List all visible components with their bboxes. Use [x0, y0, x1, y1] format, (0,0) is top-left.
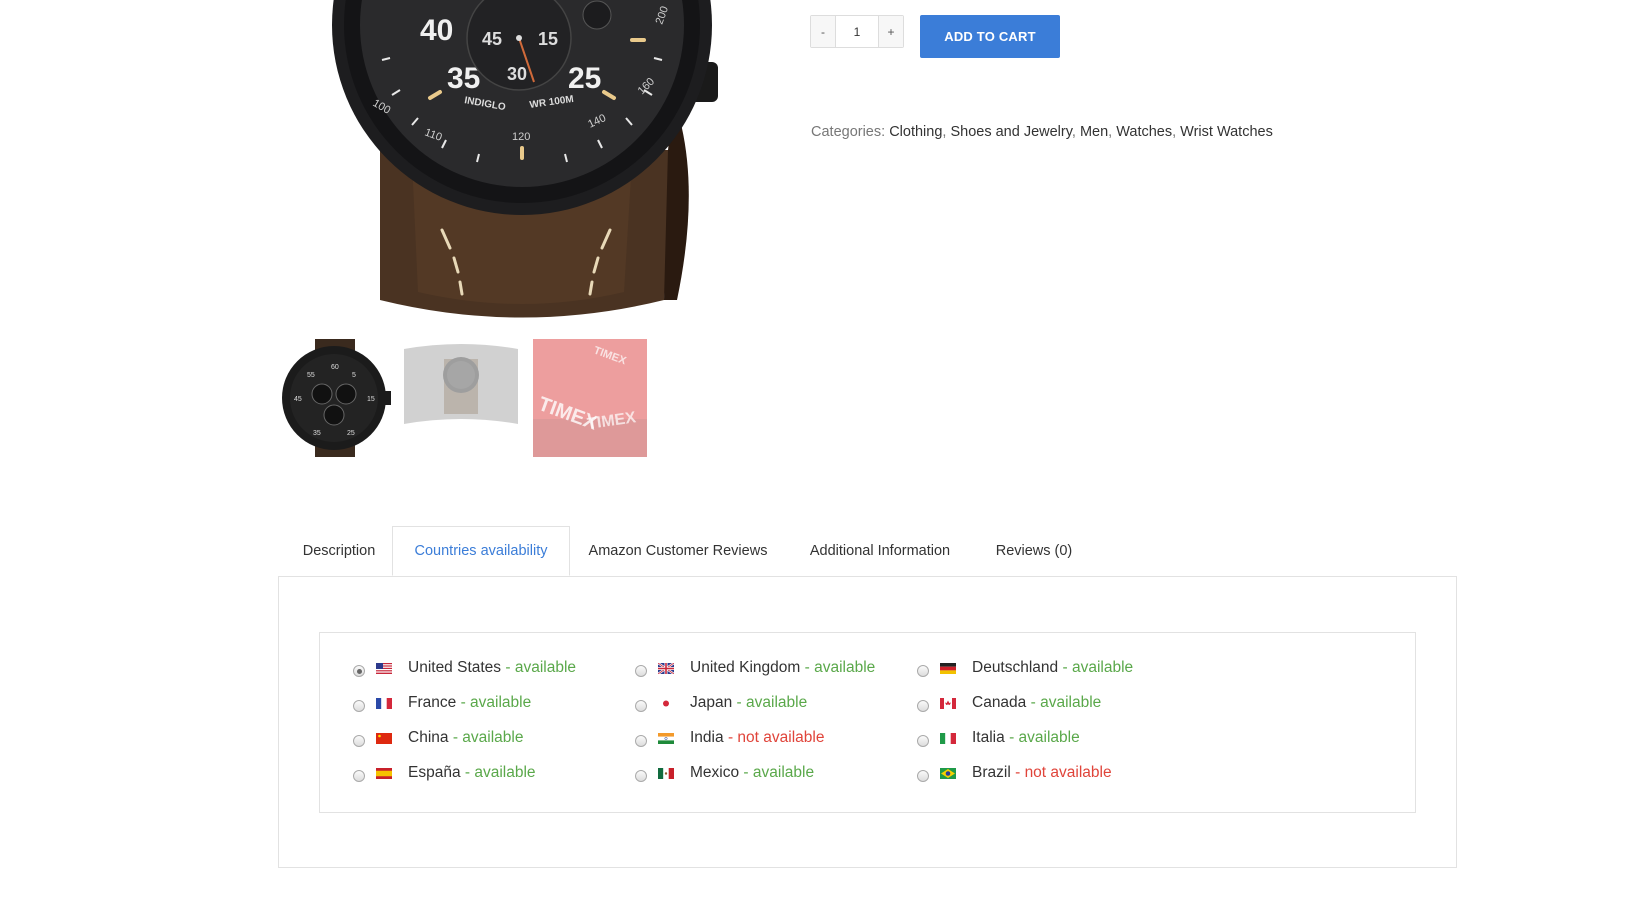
tab-reviews[interactable]: Reviews (0)	[984, 526, 1084, 576]
country-status: available	[474, 764, 536, 781]
country-name: France	[408, 694, 457, 711]
country-name: Deutschland	[972, 659, 1059, 676]
countries-list-box: United States - available United Kingdom…	[319, 632, 1416, 813]
quantity-increase-button[interactable]: +	[878, 16, 903, 47]
country-status: available	[814, 659, 876, 676]
it-flag-icon	[940, 732, 956, 744]
add-to-cart-button[interactable]: ADD TO CART	[920, 15, 1060, 58]
quantity-decrease-button[interactable]: -	[811, 16, 836, 47]
svg-text:30: 30	[507, 64, 527, 84]
svg-text:5: 5	[352, 372, 356, 379]
country-radio[interactable]	[917, 665, 929, 677]
country-name: España	[408, 764, 461, 781]
country-option-india[interactable]: India - not available	[635, 726, 824, 750]
country-radio[interactable]	[635, 770, 647, 782]
country-option-brazil[interactable]: Brazil - not available	[917, 761, 1112, 785]
tab-additional-information[interactable]: Additional Information	[796, 526, 964, 576]
country-name: China	[408, 729, 449, 746]
country-status: available	[1071, 659, 1134, 676]
de-flag-icon	[940, 662, 956, 674]
country-radio[interactable]	[917, 770, 929, 782]
svg-text:120: 120	[512, 131, 530, 143]
es-flag-icon	[376, 767, 392, 779]
country-status: available	[1040, 694, 1102, 711]
category-link-wrist-watches[interactable]: Wrist Watches	[1180, 124, 1273, 140]
country-option-japan[interactable]: Japan - available	[635, 691, 807, 715]
tab-amazon-customer-reviews[interactable]: Amazon Customer Reviews	[578, 526, 778, 576]
svg-text:45: 45	[482, 29, 502, 49]
fr-flag-icon	[376, 697, 392, 709]
svg-text:60: 60	[331, 364, 339, 371]
country-radio[interactable]	[635, 665, 647, 677]
country-radio[interactable]	[353, 735, 365, 747]
country-option-united-states[interactable]: United States - available	[353, 656, 576, 680]
thumbnail-watch-box[interactable]: TIMEX TIMEX TIMEX	[533, 339, 647, 457]
country-name: Mexico	[690, 764, 740, 781]
svg-text:25: 25	[568, 62, 601, 95]
country-radio[interactable]	[917, 700, 929, 712]
category-link-shoes-jewelry[interactable]: Shoes and Jewelry	[950, 124, 1071, 140]
country-radio[interactable]	[353, 770, 365, 782]
country-option-italia[interactable]: Italia - available	[917, 726, 1080, 750]
category-link-men[interactable]: Men	[1080, 124, 1108, 140]
thumbnail-watch-front[interactable]: 55 60 5 45 15 35 25	[277, 339, 391, 457]
uk-flag-icon	[658, 662, 674, 674]
country-option-espana[interactable]: España - available	[353, 761, 536, 785]
quantity-stepper[interactable]: - +	[810, 15, 904, 48]
svg-text:35: 35	[313, 430, 321, 437]
country-option-mexico[interactable]: Mexico - available	[635, 761, 814, 785]
country-radio[interactable]	[635, 735, 647, 747]
category-link-clothing[interactable]: Clothing	[889, 124, 942, 140]
country-name: Italia	[972, 729, 1005, 746]
thumbnail-watch-side[interactable]	[404, 339, 518, 457]
country-option-canada[interactable]: Canada - available	[917, 691, 1101, 715]
product-main-image[interactable]: 40 35 25 45 15 30 INDIGLO WR 100M 100 11…	[272, 0, 772, 322]
mx-flag-icon	[658, 767, 674, 779]
svg-text:25: 25	[347, 430, 355, 437]
country-option-deutschland[interactable]: Deutschland - available	[917, 656, 1133, 680]
country-name: India	[690, 729, 724, 746]
country-radio[interactable]	[635, 700, 647, 712]
country-status: available	[514, 659, 577, 676]
svg-text:55: 55	[307, 372, 315, 379]
country-name: Canada	[972, 694, 1027, 711]
svg-text:15: 15	[367, 396, 375, 403]
categories-label: Categories:	[811, 124, 886, 140]
country-status: available	[470, 694, 532, 711]
country-status: available	[752, 764, 815, 781]
country-radio[interactable]	[353, 700, 365, 712]
country-status: available	[462, 729, 524, 746]
tab-countries-availability[interactable]: Countries availability	[392, 526, 570, 576]
country-status: not available	[1024, 764, 1112, 781]
ca-flag-icon	[940, 697, 956, 709]
country-radio[interactable]	[917, 735, 929, 747]
country-status: available	[746, 694, 808, 711]
country-status: available	[1018, 729, 1080, 746]
country-name: Brazil	[972, 764, 1011, 781]
category-link-watches[interactable]: Watches	[1116, 124, 1172, 140]
us-flag-icon	[376, 662, 392, 674]
br-flag-icon	[940, 767, 956, 779]
country-option-united-kingdom[interactable]: United Kingdom - available	[635, 656, 875, 680]
country-radio[interactable]	[353, 665, 365, 677]
in-flag-icon	[658, 732, 674, 744]
svg-text:40: 40	[420, 14, 453, 47]
country-name: Japan	[690, 694, 733, 711]
country-option-china[interactable]: China - available	[353, 726, 523, 750]
country-name: United Kingdom	[690, 659, 801, 676]
country-status: not available	[737, 729, 825, 746]
country-name: United States	[408, 659, 502, 676]
tab-description[interactable]: Description	[284, 526, 394, 576]
svg-text:45: 45	[294, 396, 302, 403]
country-option-france[interactable]: France - available	[353, 691, 531, 715]
quantity-input[interactable]	[836, 16, 878, 47]
svg-text:15: 15	[538, 29, 558, 49]
product-categories: Categories: Clothing, Shoes and Jewelry,…	[811, 124, 1273, 140]
jp-flag-icon	[658, 697, 674, 709]
cn-flag-icon	[376, 732, 392, 744]
